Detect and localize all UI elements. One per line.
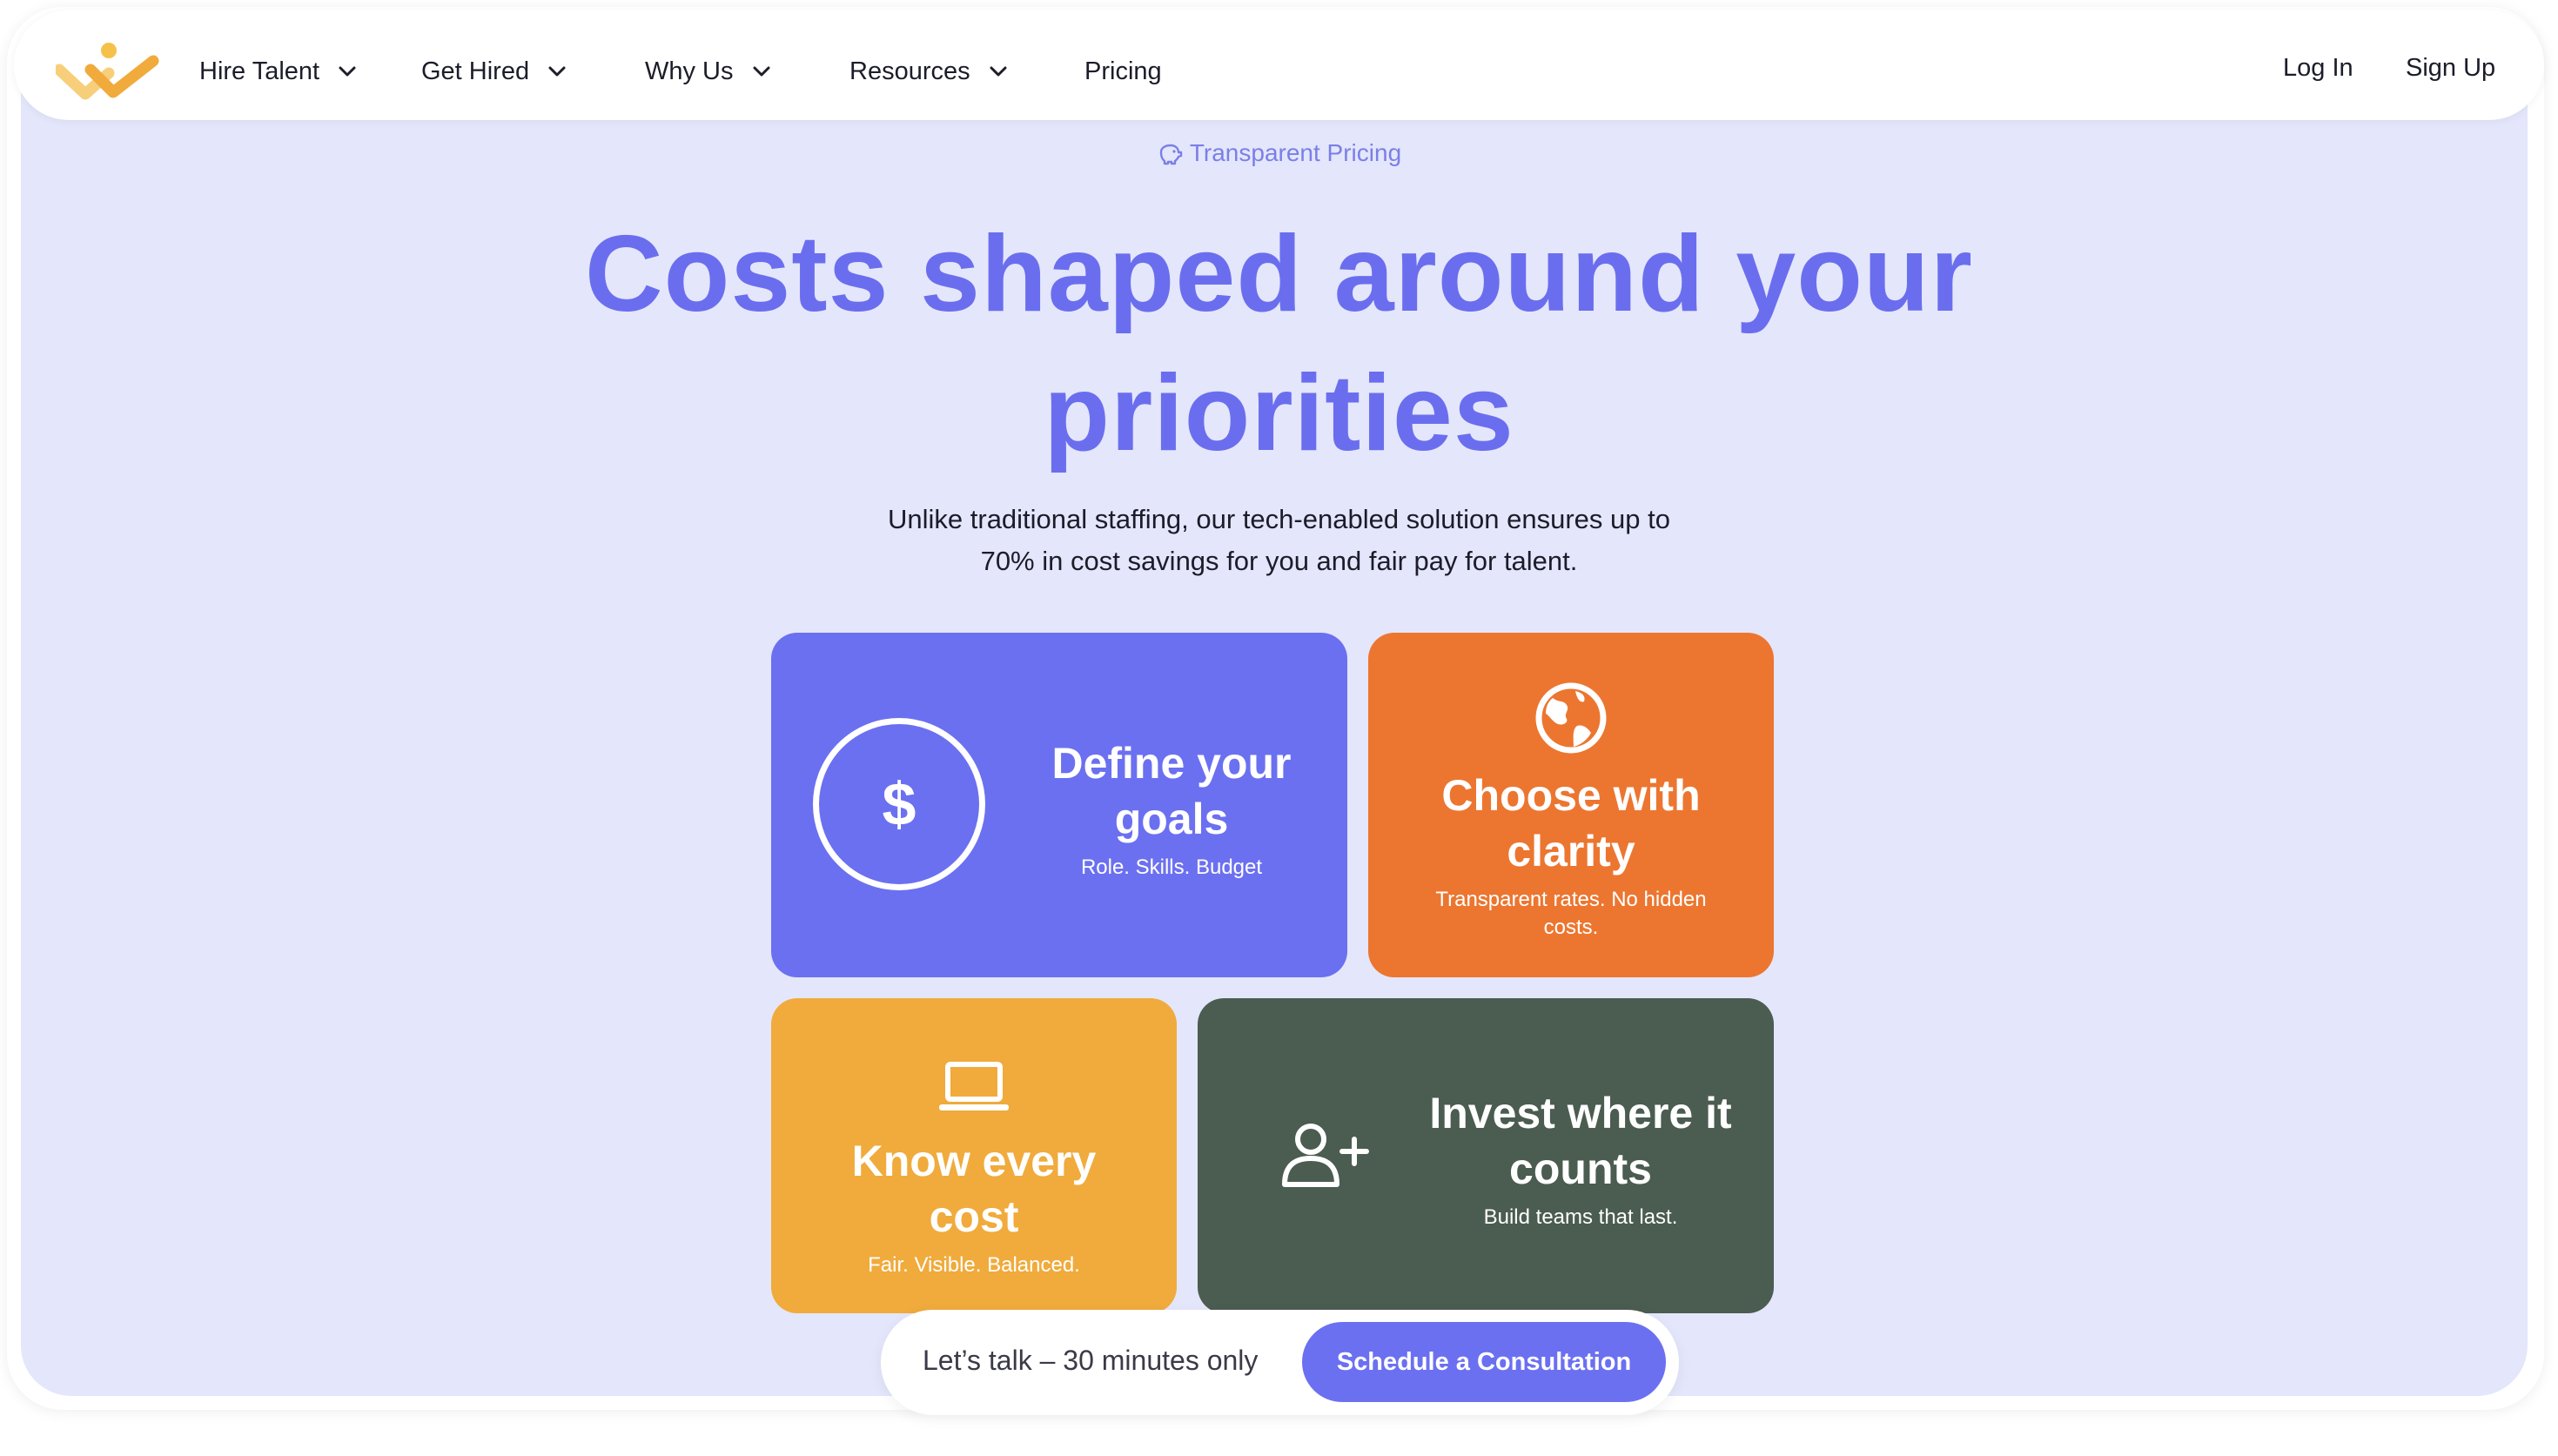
- card-title-line-1: Invest where it: [1429, 1089, 1732, 1137]
- top-navbar: Hire Talent Get Hired Why Us Resources P…: [14, 10, 2544, 120]
- subtext-line-2: 70% in cost savings for you and fair pay…: [980, 546, 1578, 576]
- card-title: Choose with clarity: [1403, 768, 1739, 879]
- user-plus-icon: [1282, 1124, 1369, 1187]
- chevron-down-icon: [753, 66, 769, 77]
- nav-pricing[interactable]: Pricing: [1084, 54, 1162, 89]
- dollar-icon: $: [813, 718, 985, 890]
- card-title-line-1: Know every: [851, 1137, 1097, 1185]
- nav-get-hired[interactable]: Get Hired: [421, 54, 567, 89]
- login-link[interactable]: Log In: [2283, 54, 2353, 83]
- card-subtitle-line-2: costs.: [1543, 916, 1599, 939]
- nav-item-label: Why Us: [645, 57, 734, 85]
- nav-item-label: Resources: [849, 57, 970, 85]
- card-know-cost: Know every cost Fair. Visible. Balanced.: [771, 998, 1177, 1313]
- card-title-line-2: clarity: [1507, 827, 1635, 876]
- cta-text: Let’s talk – 30 minutes only: [923, 1345, 1259, 1376]
- transparent-pricing-badge: Transparent Pricing: [0, 139, 2558, 167]
- card-title-line-1: Choose with: [1441, 771, 1701, 820]
- card-title-line-2: goals: [1114, 795, 1229, 843]
- card-title: Define your goals: [1015, 735, 1328, 847]
- nav-resources[interactable]: Resources: [849, 54, 1009, 89]
- card-title-line-1: Define your: [1051, 739, 1292, 788]
- headline-line-2: priorities: [1044, 353, 1514, 473]
- chevron-down-icon: [990, 66, 1007, 77]
- piggy-bank-icon: [1159, 144, 1183, 165]
- card-invest-counts: Invest where it counts Build teams that …: [1198, 998, 1774, 1313]
- card-define-goals: $ Define your goals Role. Skills. Budget: [771, 633, 1347, 977]
- logo-icon[interactable]: [56, 40, 162, 106]
- card-subtitle: Fair. Visible. Balanced.: [868, 1253, 1080, 1277]
- nav-hire-talent[interactable]: Hire Talent: [199, 54, 358, 89]
- badge-label: Transparent Pricing: [1189, 139, 1402, 166]
- laptop-icon: [939, 1062, 1009, 1110]
- nav-item-label: Hire Talent: [199, 57, 320, 85]
- card-subtitle-line-1: Transparent rates. No hidden: [1435, 888, 1707, 911]
- card-subtitle: Transparent rates. No hidden costs.: [1403, 886, 1739, 942]
- page-title: Costs shaped around your priorities: [0, 205, 2558, 483]
- card-title: Invest where it counts: [1407, 1085, 1755, 1197]
- globe-icon: [1535, 682, 1607, 754]
- card-subtitle: Role. Skills. Budget: [1080, 855, 1263, 879]
- card-subtitle: Build teams that last.: [1483, 1205, 1678, 1229]
- subtext-line-1: Unlike traditional staffing, our tech-en…: [888, 504, 1670, 534]
- chevron-down-icon: [548, 66, 566, 77]
- card-choose-clarity: Choose with clarity Transparent rates. N…: [1368, 633, 1774, 977]
- card-title: Know every cost: [806, 1133, 1142, 1245]
- hero-subtext: Unlike traditional staffing, our tech-en…: [0, 499, 2558, 582]
- headline-line-1: Costs shaped around your: [585, 214, 1973, 334]
- schedule-consultation-button[interactable]: Schedule a Consultation: [1302, 1322, 1666, 1402]
- card-title-line-2: counts: [1509, 1144, 1652, 1193]
- chevron-down-icon: [339, 66, 356, 77]
- consultation-cta: Let’s talk – 30 minutes only Schedule a …: [881, 1310, 1679, 1415]
- nav-why-us[interactable]: Why Us: [645, 54, 772, 89]
- card-title-line-2: cost: [929, 1192, 1019, 1241]
- nav-item-label: Pricing: [1084, 57, 1162, 85]
- signup-link[interactable]: Sign Up: [2406, 54, 2495, 83]
- nav-item-label: Get Hired: [421, 57, 530, 85]
